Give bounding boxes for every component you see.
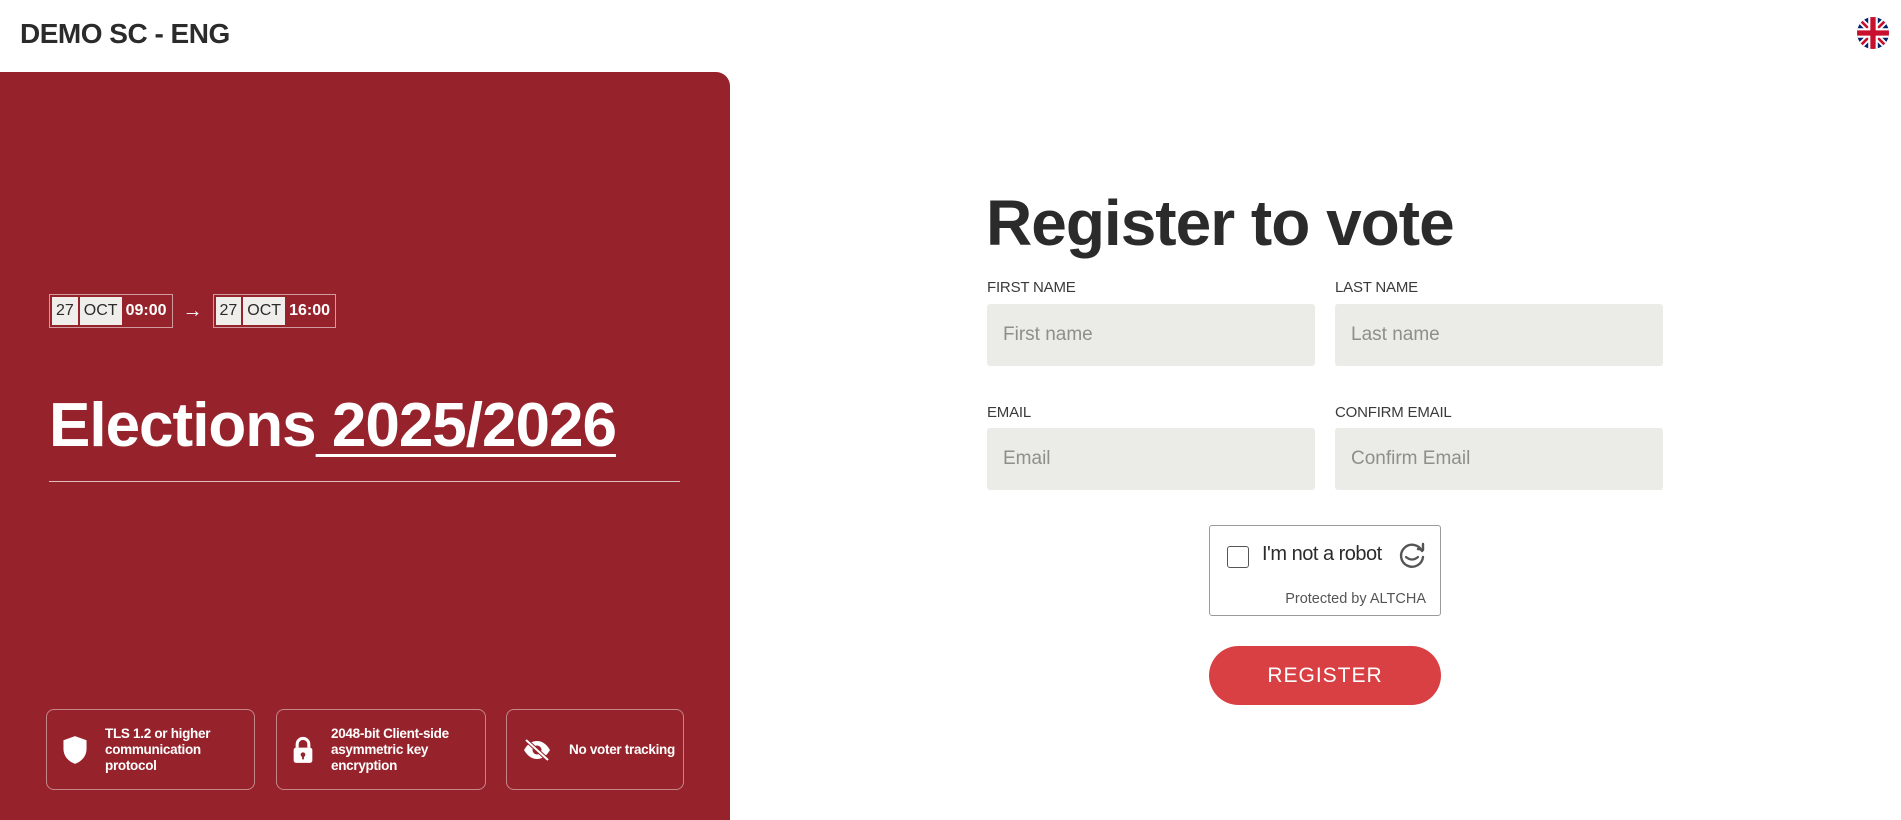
shield-icon [61, 734, 89, 766]
start-month: OCT [79, 297, 122, 325]
start-day: 27 [52, 297, 78, 325]
election-title-year: 2025/2026 [315, 391, 617, 460]
captcha-widget: I'm not a robot Protected by ALTCHA [1209, 525, 1441, 616]
end-time: 16:00 [289, 302, 330, 319]
lock-icon [291, 734, 315, 766]
first-name-label: FIRST NAME [987, 279, 1076, 296]
election-title-prefix: Elections [49, 391, 317, 460]
end-day: 27 [215, 297, 242, 325]
election-title: Elections 2025/2026 [49, 390, 617, 461]
start-time: 09:00 [125, 302, 167, 319]
feature-no-tracking: No voter tracking [506, 709, 684, 790]
altcha-logo-icon [1397, 540, 1427, 570]
top-bar: DEMO SC - ENG [0, 0, 1901, 72]
site-title: DEMO SC - ENG [20, 18, 230, 49]
last-name-label: LAST NAME [1335, 279, 1418, 296]
arrow-right-icon: → [182, 299, 203, 322]
first-name-input[interactable] [987, 304, 1315, 366]
divider [49, 481, 680, 482]
end-month: OCT [243, 297, 286, 325]
confirm-email-input[interactable] [1335, 428, 1663, 490]
feature-tls: TLS 1.2 or higher communication protocol [46, 709, 255, 790]
uk-flag-icon[interactable] [1857, 17, 1889, 49]
feature-text: No voter tracking [569, 741, 675, 757]
election-info-panel: 27 OCT 09:00 → 27 OCT 16:00 Elections 20… [0, 72, 730, 820]
start-date: 27 OCT 09:00 [49, 294, 173, 328]
feature-encryption: 2048-bit Client-side asymmetric key encr… [276, 709, 486, 790]
confirm-email-label: CONFIRM EMAIL [1335, 404, 1452, 421]
register-button[interactable]: REGISTER [1209, 646, 1441, 705]
captcha-checkbox[interactable] [1227, 546, 1249, 568]
captcha-provider-text: Protected by ALTCHA [1285, 591, 1426, 607]
feature-text: TLS 1.2 or higher communication protocol [105, 725, 211, 773]
feature-text: 2048-bit Client-side asymmetric key encr… [331, 725, 449, 773]
captcha-label[interactable]: I'm not a robot [1262, 543, 1382, 566]
end-date: 27 OCT 16:00 [212, 294, 336, 328]
form-title: Register to vote [986, 187, 1455, 259]
election-dates: 27 OCT 09:00 → 27 OCT 16:00 [49, 294, 336, 328]
eye-off-icon [521, 734, 553, 766]
email-label: EMAIL [987, 404, 1032, 421]
last-name-input[interactable] [1335, 304, 1663, 366]
email-input[interactable] [987, 428, 1315, 490]
